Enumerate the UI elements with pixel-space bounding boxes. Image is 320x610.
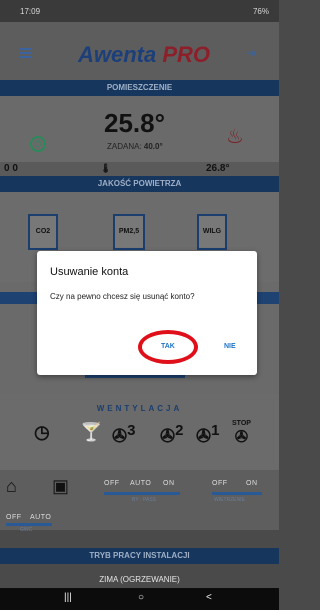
party-icon[interactable]: 🍸 [80,422,102,443]
outdoor-temperature: 26.8° [206,163,230,174]
wietrzenie-slider[interactable] [212,492,262,495]
bypass-on[interactable]: ON [163,480,175,487]
sensor-co2[interactable]: CO2 [28,214,58,250]
wietrzenie-off[interactable]: OFF [212,480,228,487]
suitcase-icon[interactable]: ▣ [52,476,69,497]
ventilation-panel: WENTYLACJA ◷ 🍸 ✇3 ✇2 ✇1 STOP ✇ [0,394,279,470]
left-reading: 0 0 [4,163,18,174]
room-section-title: POMIESZCZENIE [0,80,279,96]
logout-icon[interactable]: ⇥ [246,46,256,60]
status-battery: 76% [252,7,269,16]
fan-level-1[interactable]: ✇1 [196,422,219,447]
mode-section-title: TRYB PRACY INSTALACJI [0,548,279,564]
home-person-icon[interactable]: ⌂ [6,476,17,497]
dialog-message: Czy na pewno chcesz się usunąć konto? [50,292,195,301]
cancel-button[interactable]: NIE [224,343,236,350]
gwc-auto[interactable]: AUTO [30,514,51,521]
gwc-slider[interactable] [6,523,52,526]
confirm-button[interactable]: TAK [161,343,175,350]
back-icon[interactable]: < [206,592,212,603]
bypass-panel: ⌂ ▣ OFF AUTO ON BY - PASS OFF ON WIETRZE… [0,470,279,533]
gwc-label: GWC [20,527,33,533]
sensor-pm25[interactable]: PM2,5 [113,214,145,250]
dialog-title: Usuwanie konta [50,266,129,278]
status-time: 17:09 [20,7,41,16]
clock-icon[interactable]: ◷ [34,422,50,443]
heating-flame-icon: ♨ [226,126,244,148]
gwc-off[interactable]: OFF [6,514,22,521]
bypass-slider[interactable] [104,492,180,495]
thermometer-icon: 🌡 [100,163,112,173]
system-nav-bar: ||| ○ < [0,588,279,610]
bypass-label: BY - PASS [132,497,156,503]
wietrzenie-label: WIETRZENIE [214,497,245,503]
stop-button[interactable]: STOP ✇ [232,420,251,447]
air-quality-section-title: JAKOŚĆ POWIETRZA [0,176,279,192]
home-icon[interactable]: ○ [138,592,144,603]
room-temperature: 25.8° [104,108,166,138]
sensor-humidity[interactable]: WILG [197,214,227,250]
bypass-auto[interactable]: AUTO [130,480,151,487]
bypass-off[interactable]: OFF [104,480,120,487]
wietrzenie-on[interactable]: ON [246,480,258,487]
delete-account-dialog: Usuwanie konta Czy na pewno chcesz się u… [37,251,257,375]
recent-apps-icon[interactable]: ||| [64,592,72,603]
setpoint: ZADANA: 40.0° [107,142,163,151]
readings-row: 0 0 🌡 26.8° [0,162,279,176]
app-logo: Awenta PRO [78,42,211,67]
room-panel: ⏻ 25.8° ZADANA: 40.0° ♨ [0,96,279,162]
power-icon[interactable]: ⏻ [30,136,46,152]
status-bar: 17:09 76% [0,0,279,22]
fan-level-3[interactable]: ✇3 [112,422,135,447]
app-header: Awenta PRO ⇥ [0,22,279,80]
mode-value[interactable]: ZIMA (OGRZEWANIE) [0,573,279,587]
fan-level-2[interactable]: ✇2 [160,422,183,447]
menu-icon[interactable] [20,48,32,58]
ventilation-title: WENTYLACJA [96,404,183,413]
